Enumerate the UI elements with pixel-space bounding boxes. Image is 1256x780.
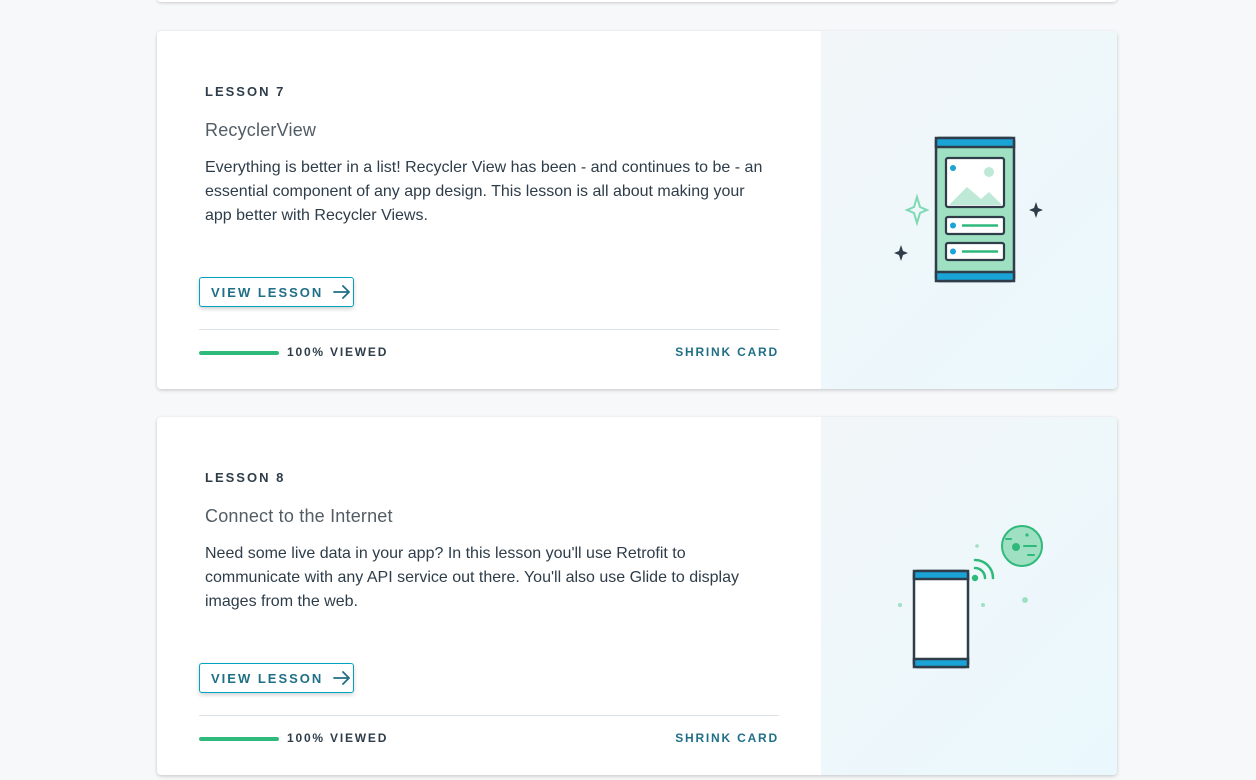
- lesson-illustration: [821, 31, 1117, 389]
- progress-label: 100% VIEWED: [287, 345, 389, 359]
- lesson-number: LESSON 8: [205, 470, 286, 485]
- shrink-card-link[interactable]: SHRINK CARD: [675, 345, 779, 359]
- arrow-right-icon: [333, 285, 351, 299]
- lesson-card-body: LESSON 7 RecyclerView Everything is bett…: [157, 31, 821, 389]
- progress-bar: [199, 351, 279, 355]
- view-lesson-label: VIEW LESSON: [211, 670, 324, 686]
- progress-label: 100% VIEWED: [287, 731, 389, 745]
- progress-bar-fill: [199, 351, 279, 355]
- arrow-right-icon: [333, 671, 351, 685]
- previous-lesson-card: [157, 0, 1117, 2]
- phone-network-icon: [898, 525, 1043, 669]
- lesson-description: Need some live data in your app? In this…: [205, 545, 740, 610]
- lesson-card-8: LESSON 8 Connect to the Internet Need so…: [157, 417, 1117, 775]
- lesson-title: RecyclerView: [205, 120, 317, 140]
- progress-bar: [199, 737, 279, 741]
- lesson-illustration: [821, 417, 1117, 775]
- lesson-description: Everything is better in a list! Recycler…: [205, 159, 763, 224]
- lesson-list-page: LESSON 7 RecyclerView Everything is bett…: [0, 0, 1256, 780]
- lesson-card-body: LESSON 8 Connect to the Internet Need so…: [157, 417, 821, 775]
- view-lesson-button[interactable]: VIEW LESSON: [199, 277, 354, 307]
- progress-bar-fill: [199, 737, 279, 741]
- phone-list-icon: [894, 136, 1043, 283]
- card-divider: [199, 715, 779, 716]
- lesson-card-7: LESSON 7 RecyclerView Everything is bett…: [157, 31, 1117, 389]
- view-lesson-button[interactable]: VIEW LESSON: [199, 663, 354, 693]
- view-lesson-label: VIEW LESSON: [211, 284, 324, 300]
- lesson-title: Connect to the Internet: [205, 506, 393, 526]
- shrink-card-link[interactable]: SHRINK CARD: [675, 731, 779, 745]
- card-divider: [199, 329, 779, 330]
- lesson-number: LESSON 7: [205, 84, 286, 99]
